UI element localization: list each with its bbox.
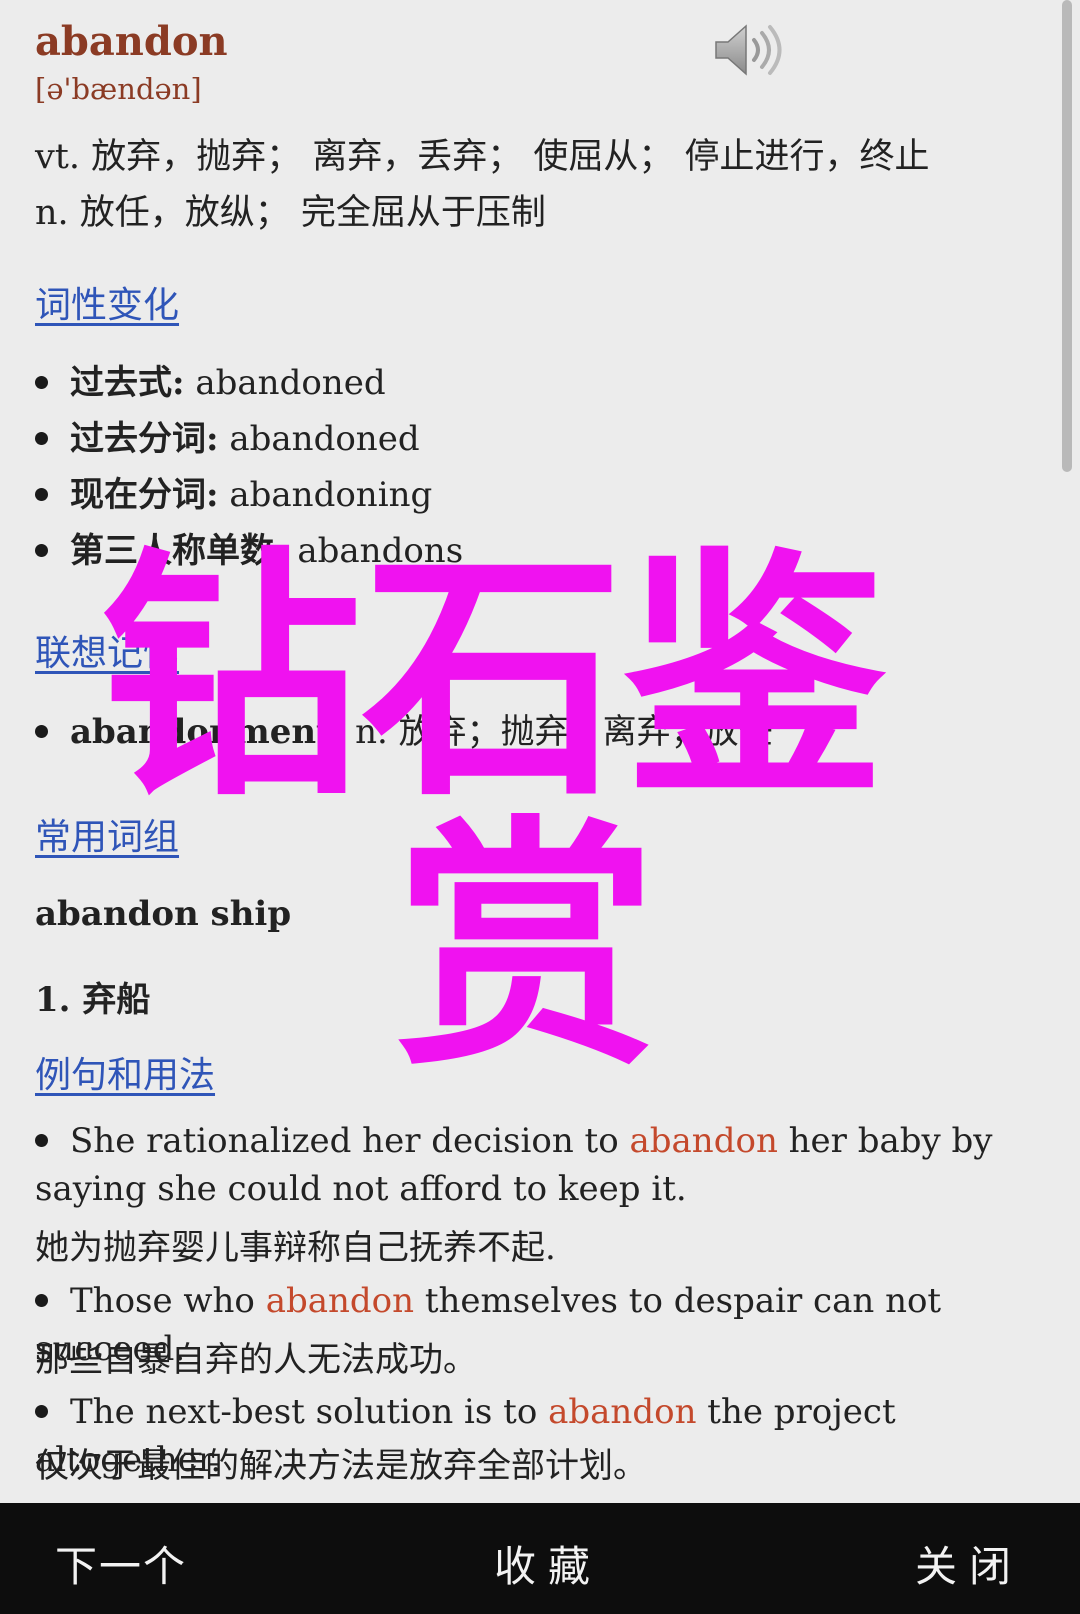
example-2-translation: 那些自暴自弃的人无法成功。 <box>35 1340 477 1380</box>
bullet <box>35 724 48 738</box>
bullet <box>35 431 48 445</box>
example-1-translation: 她为抛弃婴儿事辩称自己抚养不起. <box>35 1228 556 1268</box>
watermark-text-line2: 赏 <box>395 796 657 1101</box>
phrase: abandon ship <box>35 894 292 934</box>
dictionary-page: abandon [ə'bændən] vt. 放弃，抛弃； 离弃，丢弃； 使屈从… <box>0 0 1080 1503</box>
form-third-person: 第三人称单数: abandons <box>35 523 463 572</box>
form-past: 过去式: abandoned <box>35 355 386 404</box>
section-examples-link[interactable]: 例句和用法 <box>35 1046 215 1098</box>
bullet <box>35 375 48 389</box>
phonetic: [ə'bændən] <box>35 72 202 106</box>
form-present-participle: 现在分词: abandoning <box>35 467 432 516</box>
assoc-item: abandonment: n. 放弃；抛弃；离弃；放任 <box>35 704 773 753</box>
bottom-toolbar: 下一个 收藏 关闭 <box>0 1503 1080 1614</box>
speaker-icon[interactable] <box>712 22 782 78</box>
definition-n: n. 放任，放纵； 完全屈从于压制 <box>35 193 546 233</box>
section-phrases-link[interactable]: 常用词组 <box>35 808 179 860</box>
bullet <box>35 1133 48 1147</box>
headword: abandon <box>35 18 228 65</box>
next-button[interactable]: 下一个 <box>55 1533 187 1594</box>
section-forms-link[interactable]: 词性变化 <box>35 276 179 328</box>
keyword-highlight: abandon <box>548 1392 697 1432</box>
keyword-highlight: abandon <box>265 1281 415 1321</box>
favorite-button[interactable]: 收藏 <box>494 1533 602 1594</box>
example-1: She rationalized her decision to abandon… <box>35 1121 993 1209</box>
watermark-text-line1: 钻石鉴 <box>100 526 886 831</box>
example-3-translation: 仅次于最佳的解决方法是放弃全部计划。 <box>35 1446 647 1486</box>
phrase-meaning: 1. 弃船 <box>35 980 151 1020</box>
bullet <box>35 1293 48 1307</box>
keyword-highlight: abandon <box>629 1121 778 1161</box>
close-button[interactable]: 关闭 <box>915 1533 1023 1594</box>
bullet <box>35 543 48 557</box>
definition-vt: vt. 放弃，抛弃； 离弃，丢弃； 使屈从； 停止进行，终止 <box>35 137 930 177</box>
scrollbar[interactable] <box>1062 0 1072 472</box>
bullet <box>35 487 48 501</box>
form-past-participle: 过去分词: abandoned <box>35 411 420 460</box>
bullet <box>35 1404 48 1418</box>
section-assoc-link[interactable]: 联想记忆 <box>35 624 179 676</box>
